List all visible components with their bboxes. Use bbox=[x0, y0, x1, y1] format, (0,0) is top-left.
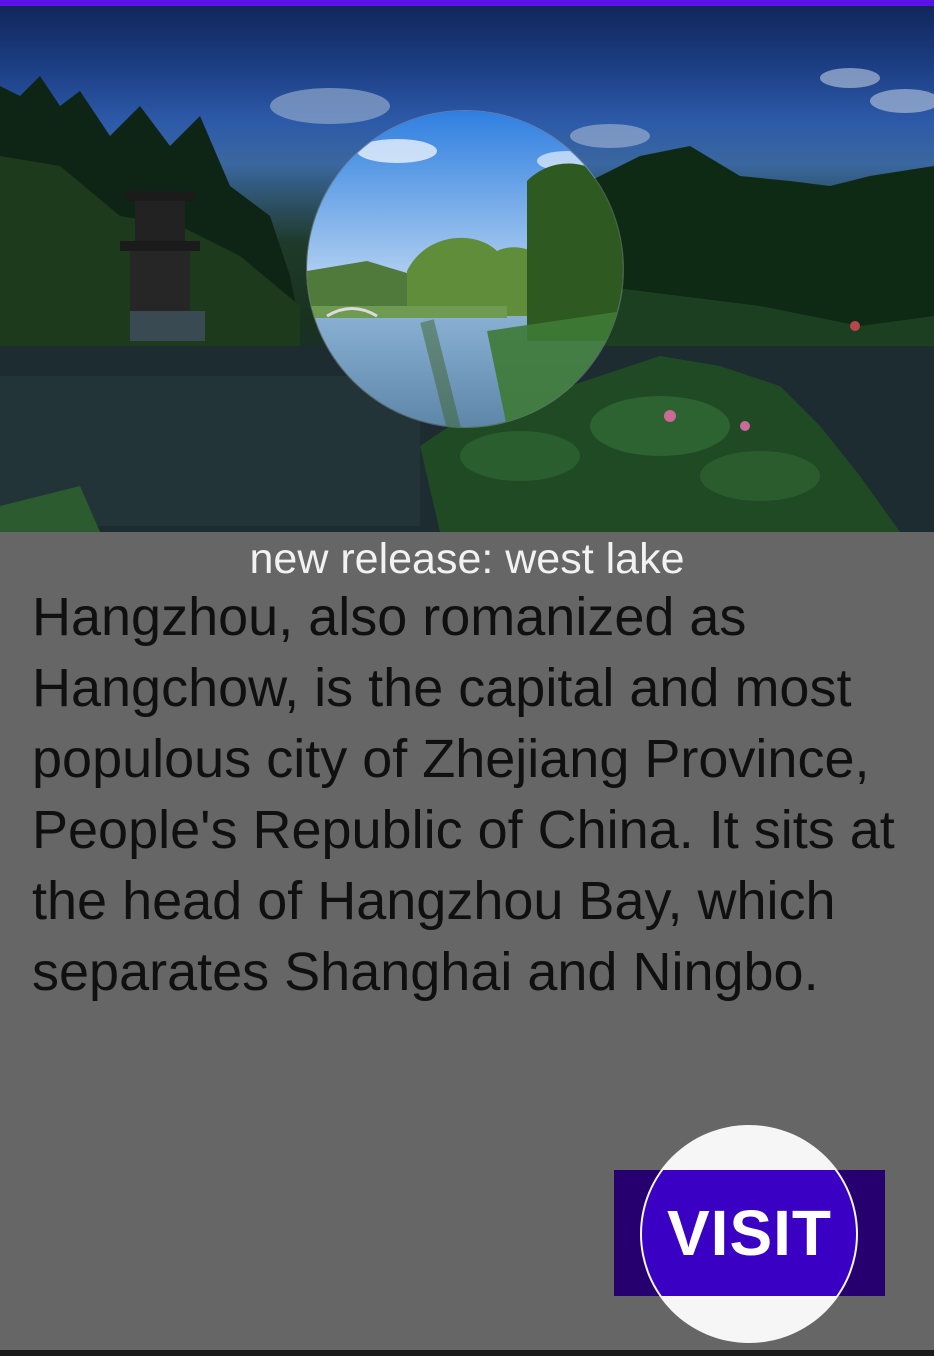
release-title: new release: west lake bbox=[0, 532, 934, 586]
visit-button-label[interactable]: VISIT bbox=[614, 1170, 885, 1296]
lens-circle-image bbox=[307, 111, 623, 427]
release-title-text: new release: west lake bbox=[249, 535, 685, 583]
bottom-edge bbox=[0, 1350, 934, 1356]
article-description: Hangzhou, also romanized as Hangchow, is… bbox=[32, 587, 895, 1002]
top-accent-bar bbox=[0, 0, 934, 6]
lens-lake-illustration bbox=[307, 111, 623, 427]
